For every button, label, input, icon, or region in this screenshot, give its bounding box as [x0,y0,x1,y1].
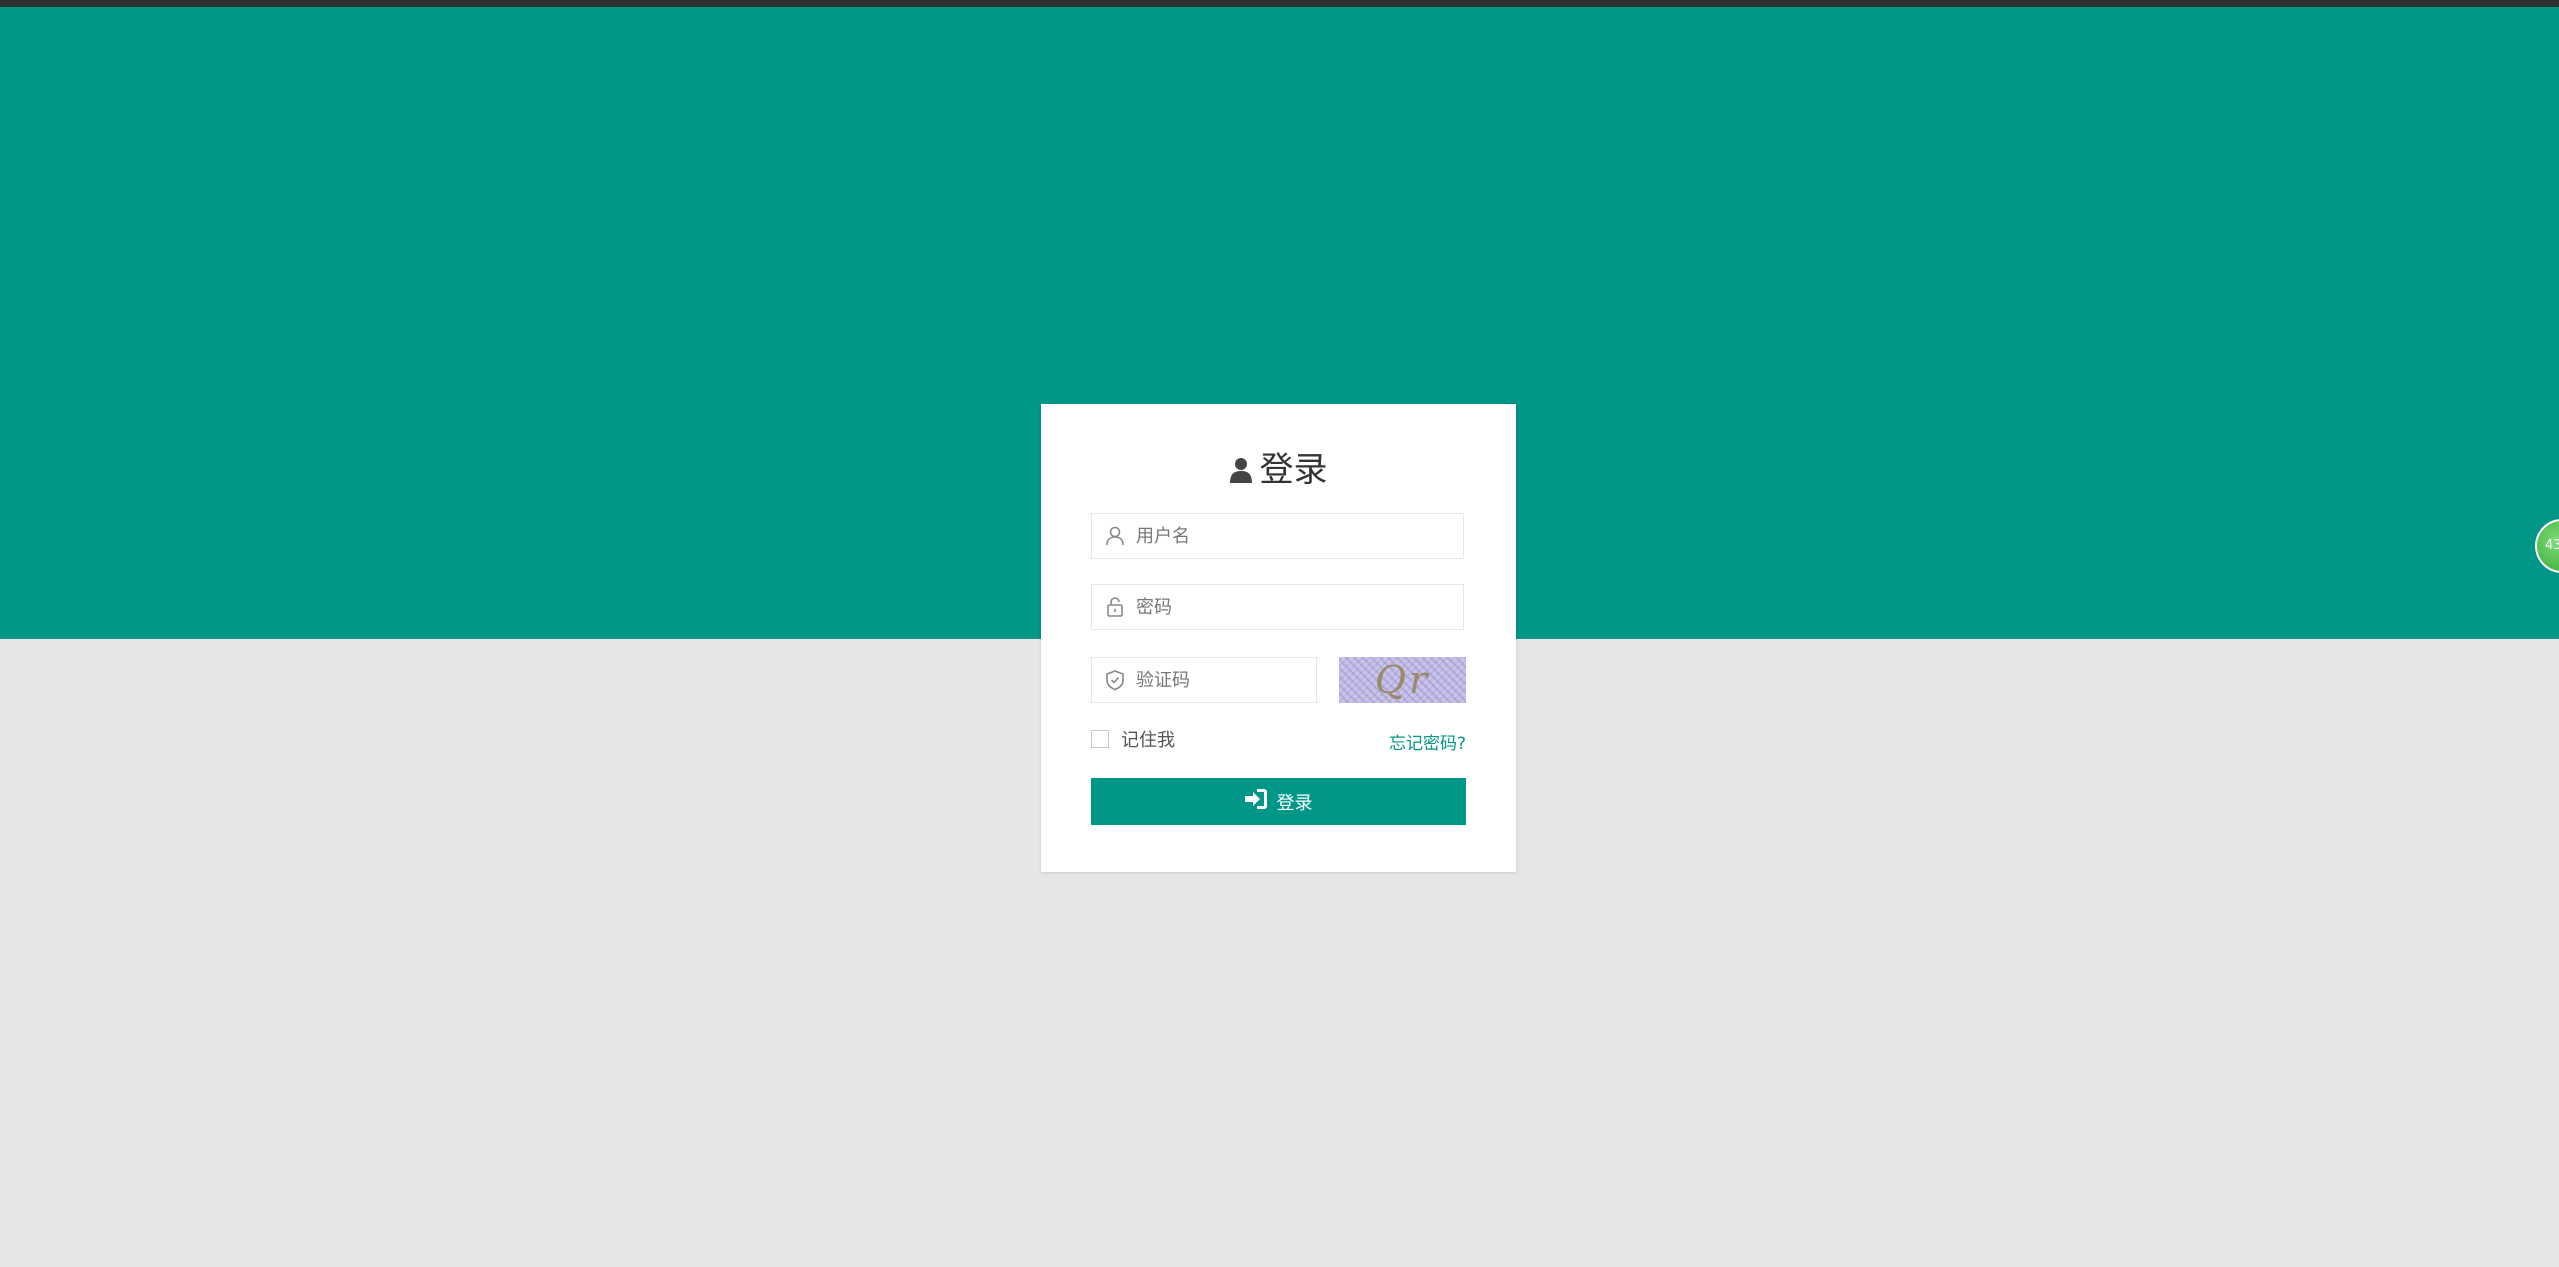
login-button[interactable]: 登录 [1091,778,1466,825]
captcha-input[interactable] [1136,658,1306,702]
login-page: 登录 用户名 验证码 Qr 记住我 忘记密码? 登录 4 [0,0,2559,1267]
card-title: 登录 [1041,442,1516,498]
user-outline-icon [1104,525,1126,547]
username-field[interactable] [1091,513,1464,559]
top-strip [0,0,2559,7]
login-card: 登录 用户名 验证码 Qr 记住我 忘记密码? 登录 [1041,404,1516,872]
forgot-password-link[interactable]: 忘记密码? [1389,729,1466,754]
remember-me-toggle[interactable]: 记住我 [1091,726,1175,752]
password-field[interactable] [1091,584,1464,630]
username-input[interactable] [1136,514,1453,558]
password-input[interactable] [1136,585,1453,629]
floating-widget-text: 43 [2545,538,2559,553]
lock-icon [1104,596,1126,618]
shield-icon [1104,669,1126,691]
captcha-image[interactable]: Qr ZD [1339,657,1466,703]
sign-in-icon [1244,789,1267,814]
login-button-label: 登录 [1276,792,1313,814]
login-title: 登录 [1259,450,1328,490]
captcha-field[interactable] [1091,657,1317,703]
remember-me-checkbox[interactable] [1091,730,1109,748]
remember-me-label: 记住我 [1121,730,1175,751]
captcha-text: Qr ZD [1374,658,1431,702]
user-icon [1229,457,1252,483]
